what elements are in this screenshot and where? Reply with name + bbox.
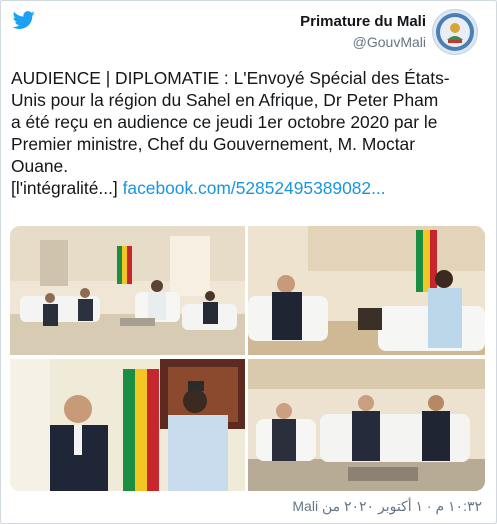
- photo-4[interactable]: [248, 359, 485, 491]
- tweet-line: Premier ministre, Chef du Gouvernement, …: [11, 134, 415, 154]
- government-emblem-icon: [436, 13, 474, 51]
- author-name[interactable]: Primature du Mali: [300, 13, 426, 31]
- photo-1[interactable]: [10, 226, 245, 355]
- tweet-line: AUDIENCE | DIPLOMATIE : L'Envoyé Spécial…: [11, 68, 450, 88]
- tweet-card: Primature du Mali @GouvMali AUDIENCE | D…: [0, 0, 497, 524]
- photo-grid: [10, 226, 485, 491]
- tweet-line: Ouane.: [11, 156, 69, 176]
- tweet-timestamp[interactable]: ١٠:٣٢ م · ١ أكتوبر ٢٠٢٠ من Mali: [292, 498, 482, 515]
- tweet-more-line: [l'intégralité...] facebook.com/52852495…: [11, 177, 489, 199]
- author-block[interactable]: Primature du Mali @GouvMali: [300, 13, 426, 51]
- avatar[interactable]: [432, 9, 478, 55]
- author-handle[interactable]: @GouvMali: [300, 33, 426, 51]
- tweet-text: AUDIENCE | DIPLOMATIE : L'Envoyé Spécial…: [11, 67, 489, 199]
- facebook-link[interactable]: facebook.com/52852495389082...: [123, 178, 386, 198]
- more-prefix: [l'intégralité...]: [11, 178, 123, 198]
- tweet-line: Unis pour la région du Sahel en Afrique,…: [11, 90, 439, 110]
- tweet-line: a été reçu en audience ce jeudi 1er octo…: [11, 112, 438, 132]
- photo-2[interactable]: [248, 226, 485, 355]
- photo-3[interactable]: [10, 359, 245, 491]
- twitter-bird-icon[interactable]: [11, 9, 37, 31]
